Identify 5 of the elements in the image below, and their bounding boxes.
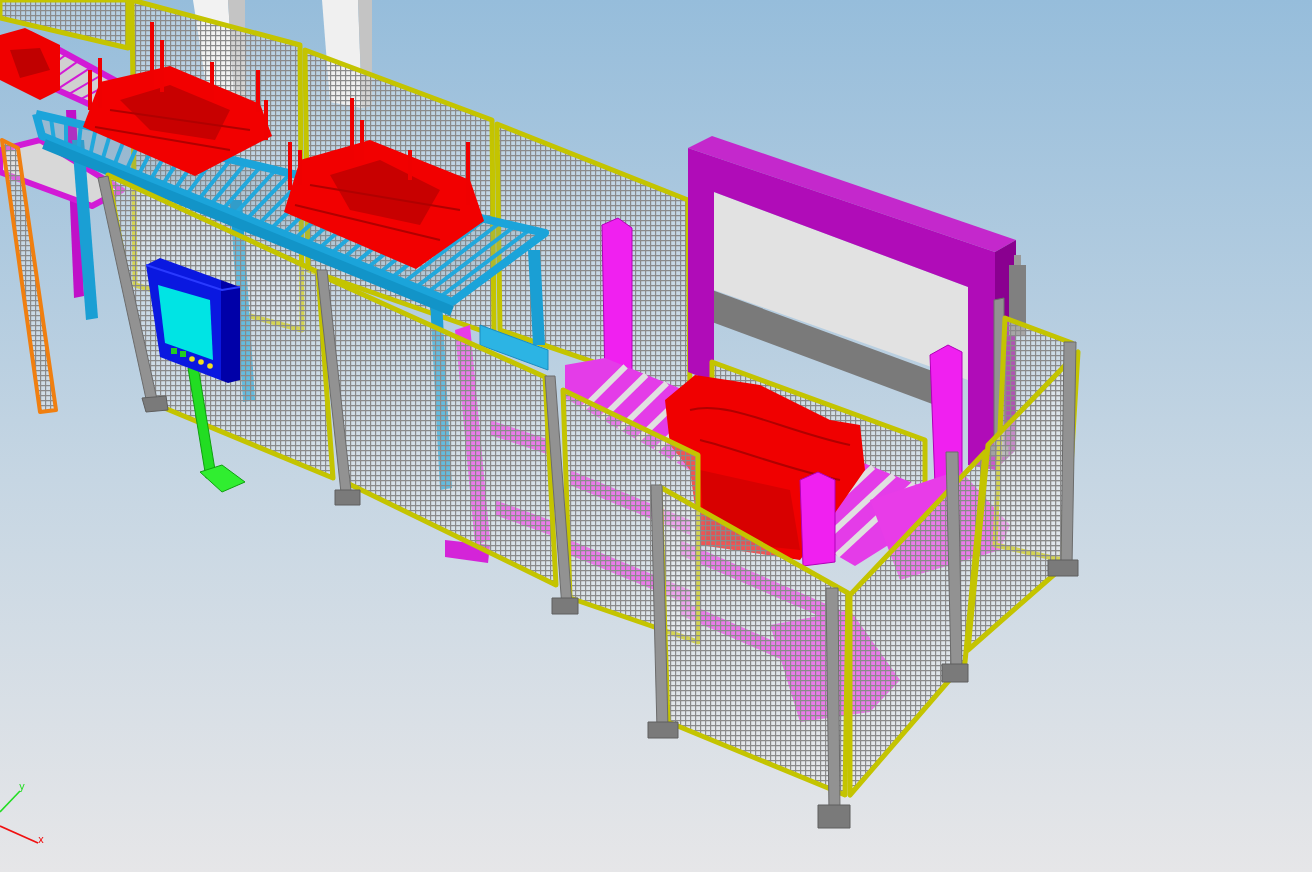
axis-label: x — [38, 834, 44, 845]
conveyor-section — [479, 324, 549, 371]
welding-fixture — [0, 28, 60, 100]
hmi-stand-base — [199, 464, 246, 493]
axis-label: y — [19, 781, 25, 792]
